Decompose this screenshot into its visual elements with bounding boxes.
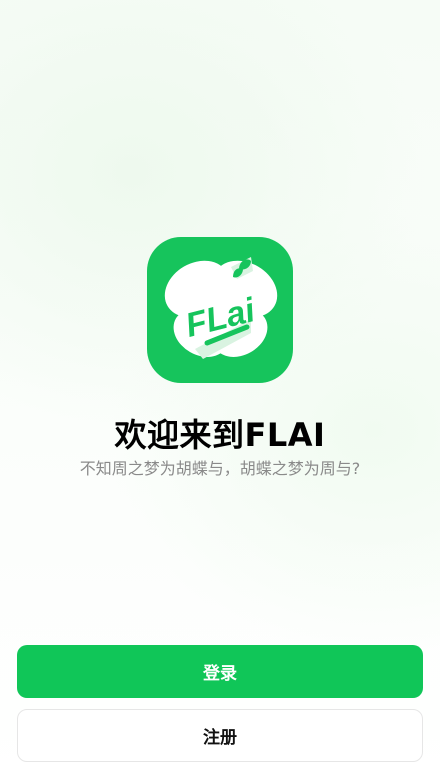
butterfly-flai-logo-icon: FLai xyxy=(164,257,278,359)
register-button[interactable]: 注册 xyxy=(17,709,423,762)
welcome-subtitle: 不知周之梦为胡蝶与，胡蝶之梦为周与? xyxy=(79,459,361,478)
app-logo: FLai xyxy=(147,237,293,383)
welcome-screen: FLai 欢迎来到FLAI 不知周之梦为胡蝶与，胡蝶之梦为周与? 登录 注册 xyxy=(0,0,440,782)
login-button[interactable]: 登录 xyxy=(17,645,423,698)
welcome-title: 欢迎来到FLAI xyxy=(114,416,326,454)
